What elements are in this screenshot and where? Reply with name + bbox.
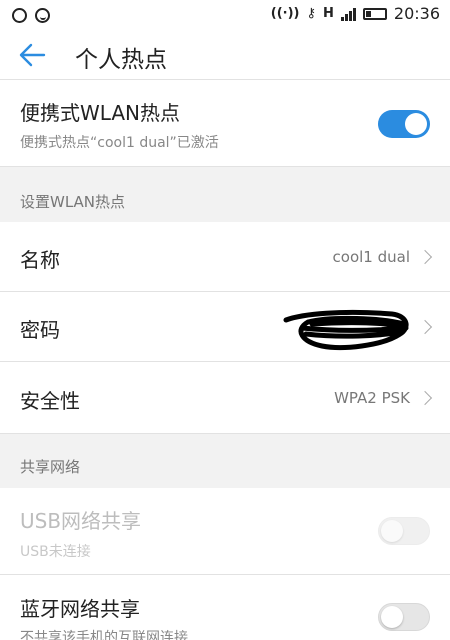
name-row[interactable]: 名称 cool1 dual (0, 222, 450, 292)
hotspot-toggle[interactable] (378, 110, 430, 138)
password-label: 密码 (20, 318, 60, 342)
chevron-right-icon (417, 249, 433, 265)
hotspot-label: 便携式WLAN热点 (20, 101, 181, 125)
section-title: 设置WLAN热点 (20, 193, 126, 211)
bluetooth-tethering-row[interactable]: 蓝牙网络共享 不共享该手机的互联网连接 (0, 575, 450, 640)
hotspot-icon: ((·)) (270, 6, 300, 21)
security-row[interactable]: 安全性 WPA2 PSK (0, 362, 450, 434)
section-title: 共享网络 (20, 458, 81, 476)
usb-tethering-label: USB网络共享 (20, 509, 142, 533)
toggle-knob (381, 606, 403, 628)
hotspot-status: 便携式热点“cool1 dual”已激活 (20, 135, 219, 151)
name-label: 名称 (20, 248, 60, 272)
chevron-right-icon (417, 390, 433, 406)
security-value: WPA2 PSK (334, 389, 410, 407)
toggle-knob (405, 113, 427, 135)
bluetooth-tethering-toggle[interactable] (378, 603, 430, 631)
redaction-scribble (283, 309, 409, 350)
key-icon: ⚷ (306, 6, 316, 21)
status-bar: ((·)) ⚷ H 20:36 (0, 0, 450, 30)
battery-icon (362, 7, 387, 20)
toggle-knob (381, 520, 403, 542)
clock: 20:36 (393, 4, 440, 23)
share-section-header: 共享网络 (0, 434, 450, 488)
setup-section-header: 设置WLAN热点 (0, 167, 450, 222)
name-value: cool1 dual (332, 248, 410, 266)
back-arrow-icon[interactable] (18, 42, 46, 68)
bluetooth-tethering-label: 蓝牙网络共享 (20, 597, 140, 621)
smiley-icon (35, 8, 50, 23)
bluetooth-tethering-status: 不共享该手机的互联网连接 (20, 630, 188, 640)
signal-icon (340, 7, 356, 21)
status-right-icons: ((·)) ⚷ H 20:36 (271, 4, 440, 23)
page-title: 个人热点 (75, 47, 167, 73)
hotspot-toggle-row[interactable]: 便携式WLAN热点 便携式热点“cool1 dual”已激活 (0, 80, 450, 167)
usb-tethering-row[interactable]: USB网络共享 USB未连接 (0, 488, 450, 575)
app-bar: 个人热点 (0, 30, 450, 80)
status-left-icons (12, 8, 50, 23)
usb-tethering-toggle[interactable] (378, 517, 430, 545)
security-label: 安全性 (20, 389, 80, 413)
usb-tethering-status: USB未连接 (20, 544, 91, 560)
chevron-right-icon (417, 319, 433, 335)
sync-icon (12, 8, 27, 23)
network-type: H (323, 6, 334, 21)
